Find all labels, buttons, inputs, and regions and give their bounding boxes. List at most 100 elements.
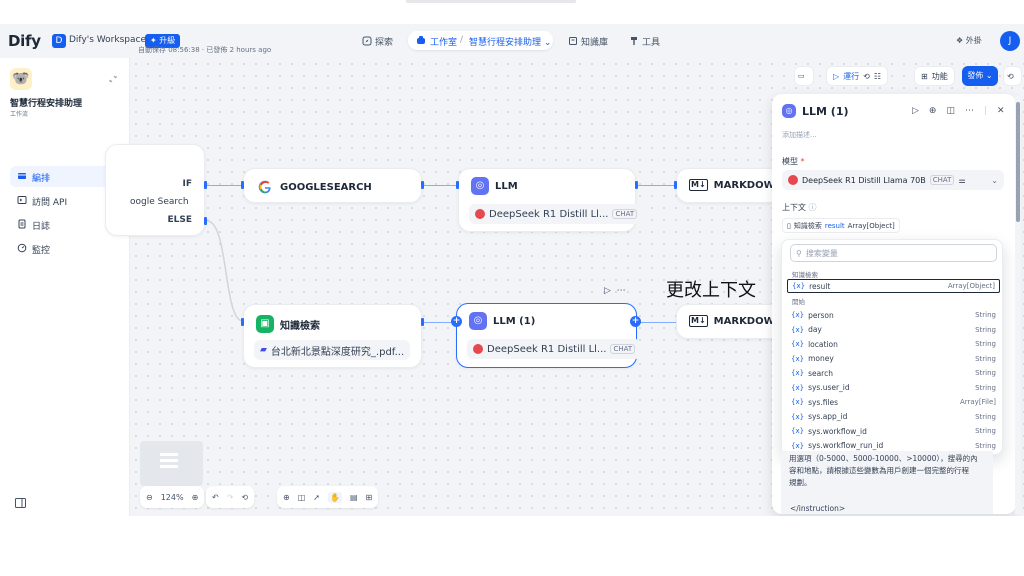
- deepseek-icon: [788, 175, 798, 185]
- hand-icon[interactable]: ✋: [327, 491, 342, 503]
- context-label: 上下文 ⓘ: [782, 203, 817, 212]
- knowledge-file-chip: ▰ 台北新北景點深度研究_.pdf...: [254, 340, 410, 360]
- variable-name: day: [808, 325, 822, 334]
- redo-icon[interactable]: ↷: [227, 493, 234, 502]
- googlesearch-node[interactable]: GOOGLESEARCH: [243, 168, 422, 203]
- checklist-icon[interactable]: ☷: [874, 72, 881, 81]
- image-export-icon[interactable]: ▤: [350, 493, 358, 502]
- variable-name: sys.app_id: [808, 412, 848, 421]
- knowledge-input-handle[interactable]: [241, 318, 244, 326]
- prompt-line: 用選項（0-5000、5000-10000、>10000），搜尋的內: [789, 454, 978, 463]
- edge-llm1-markdown: [638, 322, 676, 323]
- app-emoji-icon: 🐨: [10, 68, 32, 90]
- markdown1-input-handle[interactable]: [674, 181, 677, 189]
- llm-node[interactable]: ◎ LLM DeepSeek R1 Distill Ll... CHAT: [458, 168, 644, 232]
- description-input[interactable]: 添加描述...: [782, 130, 817, 140]
- history-icon[interactable]: ⟲: [241, 493, 248, 502]
- llm-output-handle[interactable]: [635, 181, 638, 189]
- dify-logo[interactable]: Dify: [8, 32, 41, 50]
- history-icon[interactable]: ⟲: [863, 72, 870, 81]
- variable-row[interactable]: {x} sys.app_id String: [787, 410, 1000, 424]
- run-step-icon[interactable]: ▷: [912, 106, 919, 116]
- variable-icon: {x}: [791, 325, 805, 334]
- publish-button[interactable]: 發佈 ⌄: [962, 66, 998, 86]
- nav-knowledge-label: 知識庫: [581, 37, 609, 48]
- sidebar-item-api[interactable]: 訪問 API: [10, 190, 120, 211]
- puzzle-icon: ❖: [956, 36, 964, 45]
- variable-row[interactable]: {x} search String: [787, 366, 1000, 380]
- variable-row-result[interactable]: {x} result Array[Object]: [787, 279, 1000, 293]
- variable-icon: {x}: [791, 311, 805, 319]
- llm-input-handle[interactable]: [456, 181, 459, 189]
- run-button[interactable]: ▷ 運行 ⟲ ☷: [826, 66, 889, 86]
- googlesearch-node-title: GOOGLESEARCH: [280, 181, 372, 193]
- help-icon[interactable]: ⊕: [929, 106, 937, 116]
- undo-icon[interactable]: ↶: [212, 493, 219, 502]
- run-node-icon[interactable]: ▷: [604, 286, 611, 296]
- model-selector[interactable]: DeepSeek R1 Distill Llama 70B CHAT ⚌ ⌄: [782, 170, 1004, 190]
- variable-name: person: [808, 310, 834, 320]
- variable-row[interactable]: {x} sys.user_id String: [787, 381, 1000, 395]
- nav-explore[interactable]: 探索: [362, 32, 393, 50]
- zoom-out-icon[interactable]: ⊖: [146, 493, 153, 502]
- organize-icon[interactable]: ⊞: [366, 493, 373, 502]
- user-avatar[interactable]: J: [1000, 31, 1020, 51]
- version-history-button[interactable]: ⟲: [1003, 66, 1022, 86]
- llm1-model-name: DeepSeek R1 Distill Ll...: [487, 343, 607, 355]
- nav-studio[interactable]: 工作室 / 智慧行程安排助理 ⌄: [408, 31, 553, 50]
- minimap[interactable]: [140, 441, 203, 486]
- knowledge-retrieval-node[interactable]: ▣ 知識檢索 ▰ 台北新北景點深度研究_.pdf...: [243, 304, 422, 368]
- knowledge-output-handle[interactable]: [421, 318, 424, 326]
- scrollbar-thumb[interactable]: [1016, 102, 1020, 222]
- chat-tag: CHAT: [610, 344, 636, 354]
- note-icon[interactable]: ◫: [298, 493, 306, 502]
- group-label-knowledge: 知識檢索: [792, 271, 818, 279]
- if-else-node[interactable]: IF oogle Search ELSE: [105, 144, 205, 236]
- variable-picker-dropdown: ⚲ 搜索變量 知識檢索 {x} result Array[Object] 開始 …: [781, 239, 1003, 455]
- workspace-avatar[interactable]: D: [52, 34, 66, 48]
- env-button[interactable]: ▭: [794, 66, 814, 86]
- variable-search-input[interactable]: ⚲ 搜索變量: [790, 244, 997, 262]
- variable-row[interactable]: {x} money String: [787, 352, 1000, 366]
- page-scrollbar[interactable]: [1015, 96, 1021, 514]
- knowledge-file-name: 台北新北景點深度研究_.pdf...: [270, 346, 405, 358]
- zoom-level[interactable]: 124%: [161, 493, 184, 502]
- zoom-in-icon[interactable]: ⊕: [192, 493, 199, 502]
- nav-knowledge[interactable]: 知識庫: [568, 32, 608, 50]
- nav-tools[interactable]: 工具: [629, 32, 660, 50]
- sidebar-item-monitor[interactable]: 監控: [10, 238, 120, 259]
- variable-type: String: [975, 427, 996, 435]
- variable-row[interactable]: {x} sys.files Array[File]: [787, 395, 1000, 409]
- googlesearch-output-handle[interactable]: [421, 181, 424, 189]
- settings-sliders-icon[interactable]: ⚌: [958, 176, 965, 185]
- googlesearch-input-handle[interactable]: [241, 181, 244, 189]
- sidebar-item-logs[interactable]: 日誌: [10, 214, 120, 235]
- pointer-icon[interactable]: ➚: [313, 493, 320, 502]
- sidebar-toggle-icon[interactable]: [15, 498, 26, 508]
- nav-app-selector[interactable]: 智慧行程安排助理 ⌄: [469, 35, 551, 48]
- nav-studio-label: 工作室: [430, 38, 458, 48]
- close-icon[interactable]: ✕: [997, 106, 1005, 116]
- context-variable-chip[interactable]: ▯ 知識檢索 result Array[Object]: [782, 218, 900, 233]
- panel-title[interactable]: LLM (1): [802, 105, 849, 118]
- sidebar-item-orchestrate[interactable]: 編排: [10, 166, 120, 187]
- workspace-selector[interactable]: Dify's Workspace ⌄: [69, 35, 156, 45]
- add-node-before-icon[interactable]: +: [451, 316, 462, 327]
- variable-name: result: [809, 281, 831, 291]
- variable-row[interactable]: {x} sys.workflow_id String: [787, 424, 1000, 438]
- add-node-icon[interactable]: ⊕: [283, 493, 290, 502]
- more-icon[interactable]: ⋯: [617, 286, 626, 296]
- plugins-button[interactable]: ❖ 外掛: [956, 35, 982, 46]
- variable-row[interactable]: {x} location String: [787, 337, 1000, 351]
- nav-explore-label: 探索: [375, 37, 394, 48]
- llm1-node[interactable]: ◎ LLM (1) DeepSeek R1 Distill Ll... CHAT: [456, 303, 642, 368]
- chat-tag: CHAT: [929, 175, 955, 185]
- features-button[interactable]: ⊞ 功能: [914, 66, 955, 86]
- add-node-after-icon[interactable]: +: [630, 316, 641, 327]
- variable-row[interactable]: {x} person String: [787, 308, 1000, 322]
- more-icon[interactable]: ⋯: [965, 106, 974, 116]
- variable-row[interactable]: {x} day String: [787, 323, 1000, 337]
- expand-collapse-icon[interactable]: [108, 74, 118, 84]
- edge-google-llm: [422, 185, 458, 186]
- layout-icon[interactable]: ◫: [946, 106, 955, 116]
